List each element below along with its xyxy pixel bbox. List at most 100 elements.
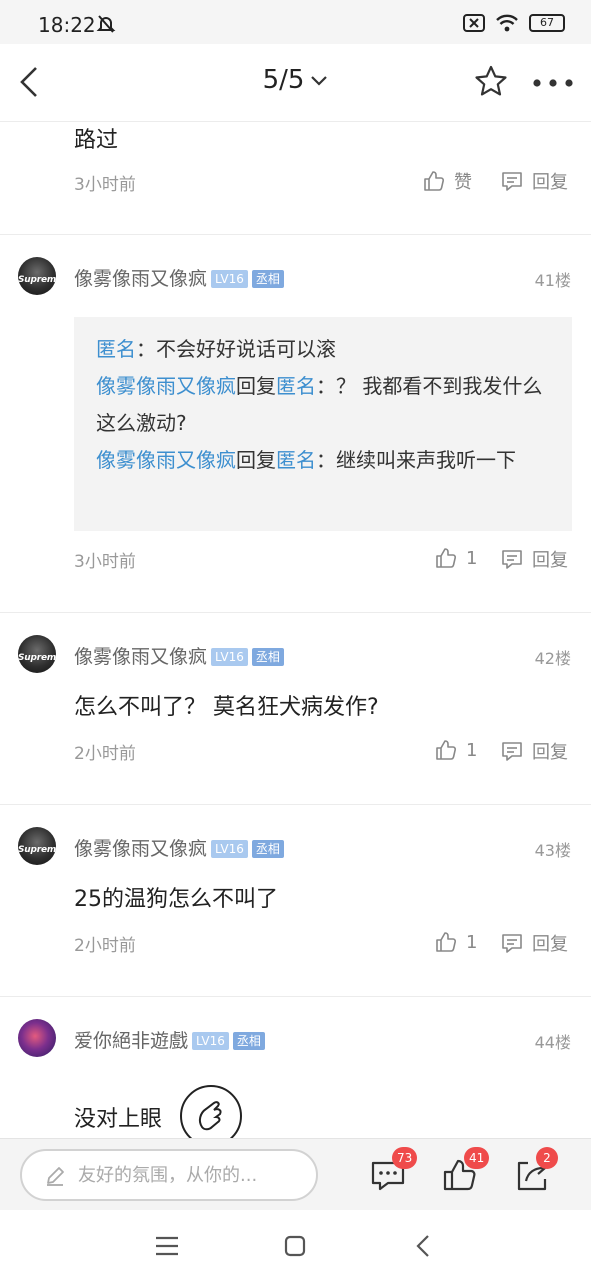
reply-label: 回复 bbox=[532, 550, 568, 571]
comment-time: 3小时前 bbox=[74, 175, 136, 195]
recents-menu-icon[interactable] bbox=[153, 1232, 181, 1260]
chevron-down-icon bbox=[311, 75, 328, 86]
comment-content: 怎么不叫了？ 莫名狂犬病发作? bbox=[74, 695, 379, 720]
level-badge: LV16 bbox=[211, 840, 248, 858]
avatar[interactable]: Suprem bbox=[18, 635, 56, 673]
reply-verb: 回复 bbox=[236, 448, 276, 472]
thumbs-up-icon bbox=[424, 171, 445, 191]
reply-author[interactable]: 像雾像雨又像疯 bbox=[96, 374, 236, 398]
reply-button[interactable]: 回复 bbox=[500, 930, 568, 956]
username-text: 爱你絕非遊戲 bbox=[74, 1030, 189, 1052]
like-label: 赞 bbox=[454, 172, 472, 193]
username-text: 像雾像雨又像疯 bbox=[74, 646, 208, 668]
comment-time: 2小时前 bbox=[74, 744, 136, 764]
avatar[interactable] bbox=[18, 1019, 56, 1057]
level-badge: LV16 bbox=[192, 1032, 229, 1050]
reply-separator: ： bbox=[316, 448, 336, 472]
like-button[interactable]: 1 bbox=[434, 546, 477, 570]
reply-verb: 回复 bbox=[236, 374, 276, 398]
comment-item: 路过 3小时前 赞 回复 bbox=[0, 122, 591, 234]
home-square-icon[interactable] bbox=[281, 1232, 309, 1260]
avatar[interactable]: Suprem bbox=[18, 257, 56, 295]
like-count: 1 bbox=[466, 739, 478, 761]
reply-button[interactable]: 回复 bbox=[500, 546, 568, 572]
avatar-text: Suprem bbox=[18, 653, 56, 663]
avatar[interactable]: Suprem bbox=[18, 827, 56, 865]
username[interactable]: 爱你絕非遊戲 LV16 丞相 bbox=[74, 1026, 265, 1053]
reply-bubble-icon bbox=[502, 934, 522, 953]
username-text: 像雾像雨又像疯 bbox=[74, 268, 208, 290]
comment-content: 25的温狗怎么不叫了 bbox=[74, 887, 278, 912]
comment-time: 2小时前 bbox=[74, 936, 136, 956]
like-post-button[interactable]: 41 bbox=[442, 1147, 490, 1195]
more-options-icon[interactable] bbox=[532, 78, 574, 88]
reply-label: 回复 bbox=[532, 742, 568, 763]
thread-line: 匿名：不会好好说话可以滚 bbox=[96, 331, 550, 368]
floor-number: 41楼 bbox=[534, 271, 571, 290]
thumbs-up-icon bbox=[436, 932, 457, 952]
avatar-text: Suprem bbox=[18, 275, 56, 285]
comment-item: 爱你絕非遊戲 LV16 丞相 44楼 没对上眼 bbox=[0, 997, 591, 1138]
title-badge: 丞相 bbox=[251, 840, 284, 858]
comment-input-container[interactable] bbox=[20, 1149, 318, 1201]
thumbs-up-icon bbox=[436, 548, 457, 568]
pencil-icon bbox=[47, 1167, 64, 1186]
bell-off-icon bbox=[96, 15, 116, 33]
comment-item: Suprem 像雾像雨又像疯 LV16 丞相 42楼 怎么不叫了？ 莫名狂犬病发作?… bbox=[0, 613, 591, 804]
thumbs-up-icon bbox=[436, 740, 457, 760]
reply-bubble-icon bbox=[502, 742, 522, 761]
like-button[interactable]: 赞 bbox=[422, 168, 472, 194]
like-button[interactable]: 1 bbox=[434, 738, 477, 762]
level-badge: LV16 bbox=[211, 270, 248, 288]
username-text: 像雾像雨又像疯 bbox=[74, 838, 208, 860]
comments-count-badge: 73 bbox=[392, 1147, 418, 1169]
reply-target[interactable]: 匿名 bbox=[276, 374, 316, 398]
status-bar: 18:22 67 bbox=[0, 0, 591, 44]
reply-separator: ： bbox=[136, 337, 156, 361]
comments-button[interactable]: 73 bbox=[370, 1147, 418, 1195]
like-count: 1 bbox=[466, 931, 478, 953]
level-badge: LV16 bbox=[211, 648, 248, 666]
like-button[interactable]: 1 bbox=[434, 930, 477, 954]
sticker-image bbox=[180, 1085, 242, 1138]
username[interactable]: 像雾像雨又像疯 LV16 丞相 bbox=[74, 264, 284, 291]
username[interactable]: 像雾像雨又像疯 LV16 丞相 bbox=[74, 642, 284, 669]
system-navigation-bar bbox=[0, 1210, 591, 1280]
top-nav: 5/5 bbox=[0, 44, 591, 122]
comment-item: Suprem 像雾像雨又像疯 LV16 丞相 41楼 匿名：不会好好说话可以滚 像雾… bbox=[0, 235, 591, 612]
reply-author[interactable]: 像雾像雨又像疯 bbox=[96, 448, 236, 472]
share-button[interactable]: 2 bbox=[514, 1147, 558, 1195]
comment-input-bar: 73 41 2 bbox=[0, 1138, 591, 1210]
reply-button[interactable]: 回复 bbox=[500, 168, 568, 194]
status-icons: 67 bbox=[463, 14, 565, 32]
sim-off-icon bbox=[463, 14, 485, 32]
comment-input[interactable] bbox=[78, 1160, 306, 1190]
reply-separator: ： bbox=[316, 374, 336, 398]
floor-number: 43楼 bbox=[534, 841, 571, 860]
title-badge: 丞相 bbox=[251, 270, 284, 288]
reply-author[interactable]: 匿名 bbox=[96, 337, 136, 361]
comment-content: 路过 bbox=[74, 128, 119, 153]
username[interactable]: 像雾像雨又像疯 LV16 丞相 bbox=[74, 834, 284, 861]
star-icon[interactable] bbox=[474, 64, 508, 98]
shares-count-badge: 2 bbox=[536, 1147, 558, 1169]
battery-indicator: 67 bbox=[529, 14, 565, 32]
title-badge: 丞相 bbox=[232, 1032, 265, 1050]
reply-label: 回复 bbox=[532, 172, 568, 193]
battery-level: 67 bbox=[540, 16, 554, 29]
reply-text: 继续叫来声我听一下 bbox=[336, 448, 516, 472]
reply-label: 回复 bbox=[532, 934, 568, 955]
system-back-icon[interactable] bbox=[410, 1232, 438, 1260]
thread-line: 像雾像雨又像疯回复匿名：？ 我都看不到我发什么 这么激动? bbox=[96, 368, 550, 442]
status-time: 18:22 bbox=[38, 13, 96, 37]
floor-number: 42楼 bbox=[534, 649, 571, 668]
page-label: 5/5 bbox=[262, 65, 305, 95]
reply-target[interactable]: 匿名 bbox=[276, 448, 316, 472]
hand-sticker-icon bbox=[198, 1101, 222, 1131]
like-count: 1 bbox=[466, 547, 478, 569]
comment-content: 没对上眼 bbox=[74, 1107, 163, 1132]
reply-button[interactable]: 回复 bbox=[500, 738, 568, 764]
likes-count-badge: 41 bbox=[464, 1147, 490, 1169]
floor-number: 44楼 bbox=[534, 1033, 571, 1052]
reply-thread[interactable]: 匿名：不会好好说话可以滚 像雾像雨又像疯回复匿名：？ 我都看不到我发什么 这么激… bbox=[74, 317, 572, 531]
